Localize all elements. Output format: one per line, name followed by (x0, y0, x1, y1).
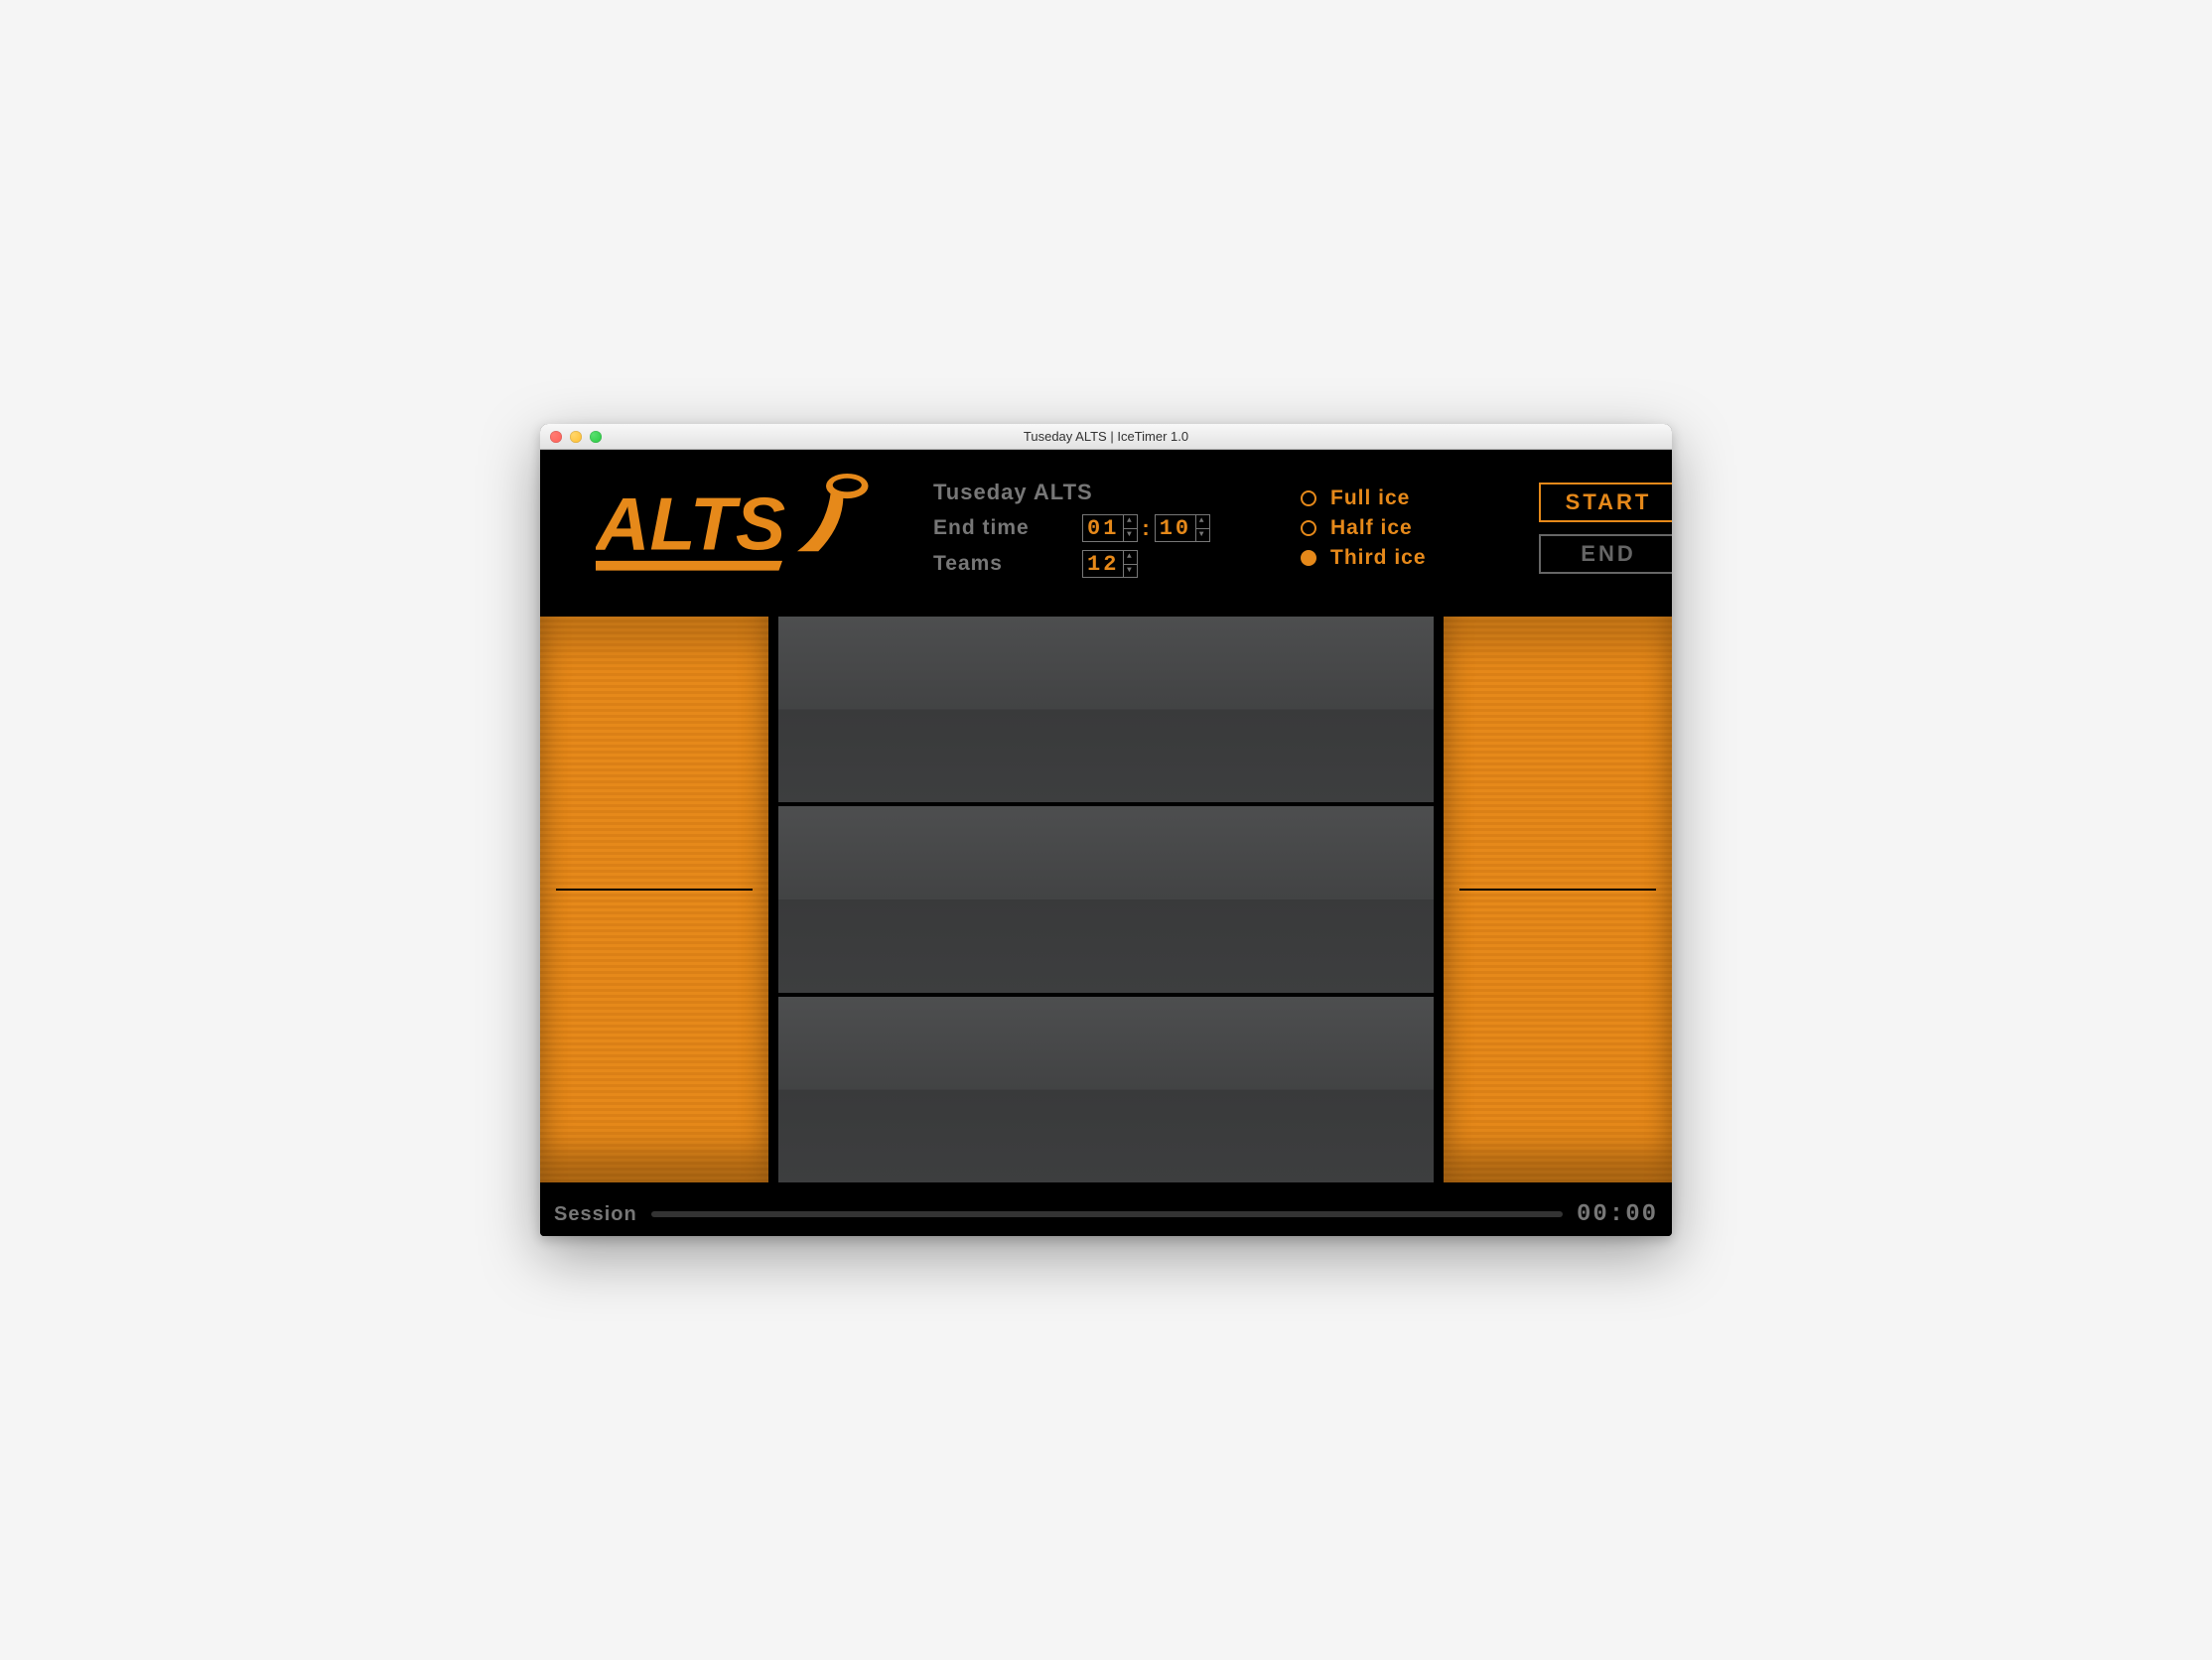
end-time-hours-value: 01 (1083, 515, 1123, 541)
app-logo: ALTS (596, 473, 884, 583)
session-footer: Session 00:00 (540, 1192, 1672, 1236)
rink-surface-2 (778, 806, 1434, 992)
action-buttons: START END (1539, 483, 1672, 574)
right-bench (1444, 617, 1672, 1182)
rink-area (540, 607, 1672, 1192)
end-button[interactable]: END (1539, 534, 1672, 574)
rink-surface-1 (778, 617, 1434, 802)
time-colon: : (1138, 515, 1154, 541)
end-time-row: End time 01 ▲ ▼ : 10 ▲ ▼ (933, 510, 1251, 546)
chevron-down-icon[interactable]: ▼ (1124, 565, 1137, 578)
chevron-up-icon[interactable]: ▲ (1196, 515, 1209, 529)
chevron-down-icon[interactable]: ▼ (1196, 529, 1209, 542)
end-time-minutes-stepper[interactable]: 10 ▲ ▼ (1155, 514, 1210, 542)
rink-surface-3 (778, 997, 1434, 1182)
chevron-up-icon[interactable]: ▲ (1124, 551, 1137, 565)
close-window-button[interactable] (550, 431, 562, 443)
session-time: 00:00 (1577, 1201, 1658, 1228)
titlebar: Tuseday ALTS | IceTimer 1.0 (540, 424, 1672, 450)
chevron-down-icon[interactable]: ▼ (1124, 529, 1137, 542)
session-title: Tuseday ALTS (933, 475, 1251, 510)
radio-icon (1301, 520, 1316, 536)
radio-third-ice[interactable]: Third ice (1301, 546, 1489, 570)
rink-surfaces (778, 617, 1434, 1182)
radio-label: Full ice (1330, 486, 1410, 510)
minimize-window-button[interactable] (570, 431, 582, 443)
end-time-label: End time (933, 516, 1082, 540)
stepper-arrows: ▲ ▼ (1123, 551, 1137, 577)
teams-label: Teams (933, 552, 1082, 576)
end-time-minutes-value: 10 (1156, 515, 1195, 541)
logo-text: ALTS (596, 483, 785, 566)
settings-panel: Tuseday ALTS End time 01 ▲ ▼ : 10 ▲ ▼ (933, 475, 1251, 582)
end-time-hours-stepper[interactable]: 01 ▲ ▼ (1082, 514, 1138, 542)
stepper-arrows: ▲ ▼ (1195, 515, 1209, 541)
session-label: Session (554, 1203, 637, 1226)
radio-icon (1301, 550, 1316, 566)
teams-value: 12 (1083, 551, 1123, 577)
zoom-window-button[interactable] (590, 431, 602, 443)
ice-mode-group: Full ice Half ice Third ice (1301, 486, 1489, 570)
start-button[interactable]: START (1539, 483, 1672, 522)
window-title: Tuseday ALTS | IceTimer 1.0 (540, 430, 1672, 443)
radio-full-ice[interactable]: Full ice (1301, 486, 1489, 510)
session-progress-track[interactable] (651, 1211, 1563, 1217)
radio-label: Third ice (1330, 546, 1427, 570)
app-window: Tuseday ALTS | IceTimer 1.0 ALTS Tuseday… (540, 424, 1672, 1236)
window-controls (540, 431, 602, 443)
teams-stepper[interactable]: 12 ▲ ▼ (1082, 550, 1138, 578)
left-bench (540, 617, 768, 1182)
radio-icon (1301, 490, 1316, 506)
stepper-arrows: ▲ ▼ (1123, 515, 1137, 541)
radio-label: Half ice (1330, 516, 1413, 540)
radio-half-ice[interactable]: Half ice (1301, 516, 1489, 540)
teams-row: Teams 12 ▲ ▼ (933, 546, 1251, 582)
chevron-up-icon[interactable]: ▲ (1124, 515, 1137, 529)
app-header: ALTS Tuseday ALTS End time 01 ▲ ▼ (540, 450, 1672, 607)
